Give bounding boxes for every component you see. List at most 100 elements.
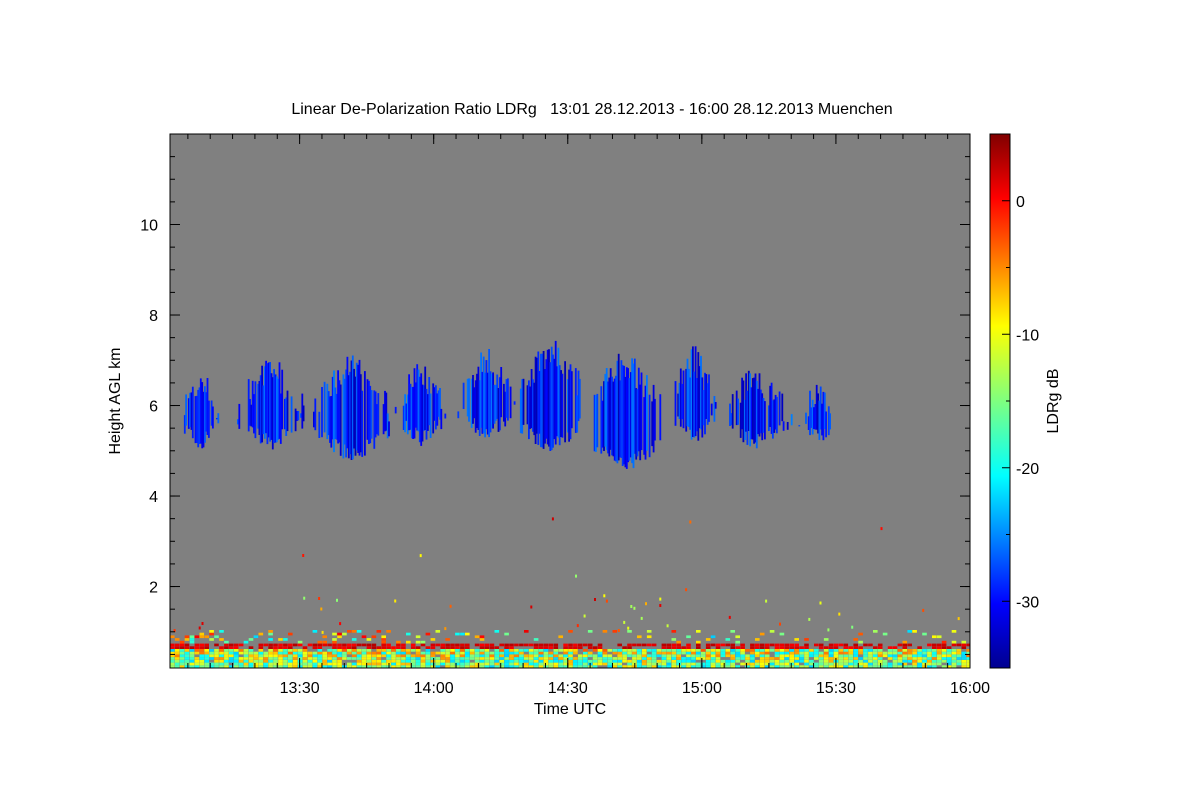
boundary-layer-bin bbox=[873, 654, 878, 658]
boundary-layer-bin bbox=[612, 630, 618, 633]
boundary-layer-bin bbox=[961, 657, 967, 660]
boundary-layer-bin bbox=[170, 646, 175, 649]
boundary-layer-bin bbox=[396, 643, 401, 647]
boundary-layer-bin bbox=[558, 654, 563, 658]
boundary-layer-bin bbox=[617, 662, 622, 666]
boundary-layer-bin bbox=[764, 654, 770, 658]
boundary-layer-bin bbox=[597, 659, 603, 663]
boundary-layer-bin bbox=[814, 649, 819, 652]
boundary-layer-bin bbox=[735, 635, 740, 639]
boundary-layer-bin bbox=[415, 654, 421, 658]
boundary-layer-bin bbox=[691, 649, 696, 652]
boundary-layer-bin bbox=[528, 654, 534, 658]
boundary-layer-bin bbox=[681, 662, 686, 666]
boundary-layer-bin bbox=[853, 654, 858, 658]
boundary-layer-bin bbox=[607, 662, 613, 666]
boundary-layer-bin bbox=[238, 659, 244, 663]
boundary-layer-bin bbox=[617, 643, 622, 647]
boundary-layer-bin bbox=[179, 651, 185, 655]
boundary-layer-bin bbox=[823, 657, 829, 660]
boundary-layer-bin bbox=[804, 638, 809, 641]
boundary-layer-bin bbox=[361, 662, 367, 666]
boundary-layer-bin bbox=[420, 640, 426, 644]
boundary-layer-bin bbox=[440, 646, 445, 649]
boundary-layer-bin bbox=[863, 649, 868, 652]
boundary-layer-bin bbox=[494, 630, 500, 633]
boundary-layer-bin bbox=[214, 657, 219, 660]
boundary-layer-bin bbox=[273, 657, 278, 660]
boundary-layer-bin bbox=[474, 643, 480, 647]
boundary-layer-bin bbox=[927, 662, 932, 666]
boundary-layer-bin bbox=[568, 662, 573, 666]
boundary-layer-bin bbox=[592, 662, 598, 666]
boundary-layer-bin bbox=[243, 662, 249, 666]
boundary-layer-bin bbox=[253, 635, 259, 639]
speckle bbox=[339, 622, 342, 626]
boundary-layer-bin bbox=[941, 657, 947, 660]
boundary-layer-bin bbox=[607, 659, 613, 663]
boundary-layer-bin bbox=[302, 646, 308, 649]
boundary-layer-bin bbox=[283, 659, 288, 663]
boundary-layer-bin bbox=[946, 651, 952, 655]
boundary-layer-bin bbox=[592, 654, 598, 658]
boundary-layer-bin bbox=[912, 657, 917, 660]
boundary-layer-bin bbox=[499, 651, 504, 655]
boundary-layer-bin bbox=[337, 659, 342, 663]
boundary-layer-bin bbox=[671, 657, 677, 660]
boundary-layer-bin bbox=[809, 659, 814, 663]
y-axis-label: Height AGL km bbox=[107, 347, 124, 454]
boundary-layer-bin bbox=[533, 643, 539, 647]
boundary-layer-bin bbox=[887, 657, 893, 660]
boundary-layer-bin bbox=[642, 643, 647, 647]
boundary-layer-bin bbox=[666, 657, 672, 660]
boundary-layer-bin bbox=[332, 649, 337, 652]
boundary-layer-bin bbox=[312, 654, 318, 658]
boundary-layer-bin bbox=[725, 651, 731, 655]
boundary-layer-bin bbox=[445, 638, 450, 641]
cloud-streak bbox=[825, 411, 827, 438]
boundary-layer-bin bbox=[587, 651, 593, 655]
boundary-layer-bin bbox=[342, 646, 347, 649]
boundary-layer-bin bbox=[892, 657, 898, 660]
boundary-layer-bin bbox=[189, 651, 195, 655]
boundary-layer-bin bbox=[823, 654, 829, 658]
boundary-layer-bin bbox=[907, 649, 912, 652]
boundary-layer-bin bbox=[627, 649, 632, 652]
boundary-layer-bin bbox=[927, 649, 932, 652]
boundary-layer-bin bbox=[725, 649, 731, 652]
boundary-layer-bin bbox=[882, 659, 888, 663]
boundary-layer-bin bbox=[445, 643, 450, 647]
boundary-layer-bin bbox=[902, 640, 908, 644]
boundary-layer-bin bbox=[799, 654, 804, 658]
speckle bbox=[444, 627, 447, 631]
boundary-layer-bin bbox=[179, 643, 185, 647]
boundary-layer-bin bbox=[351, 651, 357, 655]
boundary-layer-bin bbox=[204, 635, 209, 639]
boundary-layer-bin bbox=[877, 657, 883, 660]
boundary-layer-bin bbox=[750, 662, 755, 666]
boundary-layer-bin bbox=[543, 646, 549, 649]
boundary-layer-bin bbox=[863, 654, 868, 658]
boundary-layer-bin bbox=[465, 632, 470, 636]
boundary-layer-bin bbox=[799, 659, 804, 663]
boundary-layer-bin bbox=[671, 659, 677, 663]
boundary-layer-bin bbox=[504, 632, 509, 636]
boundary-layer-bin bbox=[548, 643, 554, 647]
boundary-layer-bin bbox=[528, 649, 534, 652]
boundary-layer-bin bbox=[263, 659, 268, 663]
boundary-layer-bin bbox=[705, 646, 711, 649]
boundary-layer-bin bbox=[666, 643, 672, 647]
boundary-layer-bin bbox=[307, 659, 313, 663]
boundary-layer-bin bbox=[347, 651, 352, 655]
cloud-streak bbox=[710, 403, 713, 416]
boundary-layer-bin bbox=[538, 649, 544, 652]
cloud-streak bbox=[790, 414, 793, 426]
boundary-layer-bin bbox=[430, 654, 436, 658]
boundary-layer-bin bbox=[450, 651, 455, 655]
boundary-layer-bin bbox=[351, 649, 357, 652]
boundary-layer-bin bbox=[229, 643, 234, 647]
boundary-layer-bin bbox=[936, 659, 942, 663]
boundary-layer-bin bbox=[381, 635, 386, 639]
boundary-layer-bin bbox=[838, 651, 844, 655]
boundary-layer-bin bbox=[936, 654, 942, 658]
